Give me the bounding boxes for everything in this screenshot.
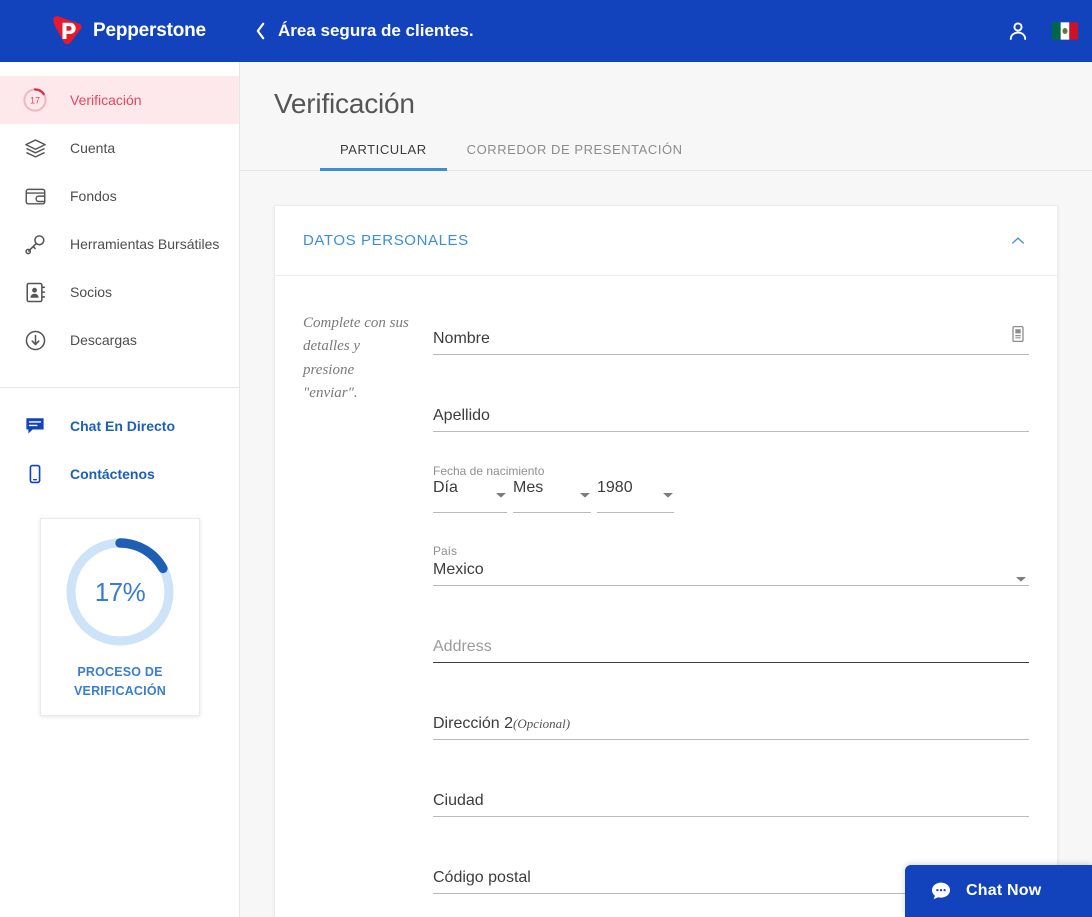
fields-column: Nombre Apellido Fecha de nacimiento Día … — [423, 302, 1029, 917]
sidebar-item-herramientas-bursatiles[interactable]: Herramientas Bursátiles — [0, 220, 239, 268]
brand-name: Pepperstone — [93, 20, 206, 41]
mobile-phone-icon — [0, 463, 70, 485]
select-mes-value: Mes — [513, 479, 544, 496]
contact-book-icon — [0, 280, 70, 305]
chat-now-label: Chat Now — [966, 882, 1042, 899]
datos-personales-card: DATOS PERSONALES Complete con sus detall… — [274, 205, 1058, 917]
sidebar-item-socios[interactable]: Socios — [0, 268, 239, 316]
chevron-down-icon — [662, 486, 674, 498]
layers-icon — [0, 136, 70, 161]
key-icon — [0, 232, 70, 257]
sidebar-item-label: Cuenta — [70, 140, 116, 156]
id-card-icon[interactable] — [1009, 325, 1027, 343]
download-cloud-icon — [0, 328, 70, 353]
progress-percent-label: 17% — [94, 576, 146, 607]
sidebar-support-label: Chat En Directo — [70, 418, 176, 434]
field-fecha-de-nacimiento: Fecha de nacimiento Día Mes 1980 — [433, 456, 1029, 533]
field-direccion-2[interactable]: Dirección 2(Opcional) — [433, 687, 1029, 764]
page-breadcrumb-title: Área segura de clientes. — [278, 21, 474, 40]
fecha-sub-label: Fecha de nacimiento — [433, 464, 545, 478]
field-pais[interactable]: País Mexico — [433, 533, 1029, 610]
card-body: Complete con sus detalles y presione "en… — [275, 276, 1057, 917]
tab-corredor-de-presentacion[interactable]: CORREDOR DE PRESENTACIÓN — [447, 142, 703, 170]
chat-now-button[interactable]: Chat Now — [905, 865, 1092, 917]
chevron-down-icon[interactable] — [1015, 570, 1027, 582]
mexico-flag-icon[interactable] — [1052, 22, 1078, 40]
progress-caption: PROCESO DE VERIFICACIÓN — [74, 663, 166, 702]
top-bar-actions — [1006, 0, 1092, 62]
helper-column: Complete con sus detalles y presione "en… — [303, 302, 423, 917]
field-codigo-postal-label: Código postal — [433, 869, 531, 886]
card-title: DATOS PERSONALES — [303, 232, 469, 249]
field-nombre-label: Nombre — [433, 330, 490, 347]
chevron-down-icon — [495, 486, 507, 498]
chat-bubble-dots-icon — [930, 880, 952, 902]
field-ciudad-label: Ciudad — [433, 792, 484, 809]
field-direccion-2-text: Dirección 2 — [433, 715, 514, 732]
select-ano-value: 1980 — [597, 479, 633, 496]
main-content: Verificación PARTICULAR CORREDOR DE PRES… — [240, 62, 1092, 917]
sidebar-item-fondos[interactable]: Fondos — [0, 172, 239, 220]
brand-logo-area[interactable]: Pepperstone — [0, 0, 240, 62]
sidebar-item-descargas[interactable]: Descargas — [0, 316, 239, 364]
app-root: Pepperstone Área segura de clientes. 17 … — [0, 0, 1092, 917]
top-bar-middle: Área segura de clientes. — [240, 0, 1006, 62]
tab-particular[interactable]: PARTICULAR — [320, 142, 447, 171]
field-nombre[interactable]: Nombre — [433, 302, 1029, 379]
field-ciudad[interactable]: Ciudad — [433, 764, 1029, 841]
field-underline — [433, 739, 1029, 740]
select-dia[interactable]: Día — [433, 479, 507, 513]
progress-badge-icon: 17 — [0, 87, 70, 113]
field-direccion-2-optional: (Opcional) — [513, 716, 571, 731]
chat-bubble-icon — [0, 415, 70, 437]
verification-progress-card: 17% PROCESO DE VERIFICACIÓN — [40, 518, 200, 716]
person-icon[interactable] — [1006, 19, 1030, 43]
sidebar-item-label: Verificación — [70, 92, 142, 108]
wallet-icon — [0, 184, 70, 209]
field-direccion-2-label: Dirección 2(Opcional) — [433, 715, 570, 733]
chevron-left-icon[interactable] — [254, 21, 266, 41]
select-mes[interactable]: Mes — [513, 479, 591, 513]
field-pais-sub-label: País — [433, 544, 458, 558]
select-dia-value: Día — [433, 479, 458, 496]
sidebar-item-verificacion[interactable]: 17 Verificación — [0, 76, 239, 124]
svg-text:17: 17 — [30, 96, 40, 106]
helper-text: Complete con sus detalles y presione "en… — [303, 315, 409, 401]
sidebar: 17 Verificación Cuenta Fondos Herramient… — [0, 62, 240, 917]
pepperstone-logo-icon — [50, 14, 84, 48]
main-header: Verificación PARTICULAR CORREDOR DE PRES… — [240, 62, 1092, 171]
sidebar-item-label: Herramientas Bursátiles — [70, 236, 220, 252]
top-bar: Pepperstone Área segura de clientes. — [0, 0, 1092, 62]
field-address[interactable]: Address — [433, 610, 1029, 687]
date-selects: Día Mes 1980 — [433, 479, 674, 513]
select-ano[interactable]: 1980 — [597, 479, 674, 513]
field-underline — [433, 431, 1029, 432]
field-pais-value: Mexico — [433, 561, 484, 578]
field-address-placeholder: Address — [433, 638, 492, 655]
sidebar-item-chat-en-directo[interactable]: Chat En Directo — [0, 402, 239, 450]
field-underline — [433, 816, 1029, 817]
progress-caption-line2: VERIFICACIÓN — [74, 684, 166, 699]
sidebar-support-list: Chat En Directo Contáctenos — [0, 388, 239, 498]
field-underline — [433, 662, 1029, 663]
field-underline — [433, 585, 1029, 586]
progress-ring: 17% — [61, 533, 179, 651]
sidebar-item-label: Fondos — [70, 188, 117, 204]
field-apellido[interactable]: Apellido — [433, 379, 1029, 456]
progress-caption-line1: PROCESO DE — [77, 665, 163, 679]
sidebar-item-label: Descargas — [70, 332, 137, 348]
page-title: Verificación — [274, 88, 415, 119]
sidebar-nav-list: 17 Verificación Cuenta Fondos Herramient… — [0, 62, 239, 364]
chevron-up-icon[interactable] — [1007, 230, 1029, 252]
sidebar-item-contactenos[interactable]: Contáctenos — [0, 450, 239, 498]
sidebar-support-label: Contáctenos — [70, 466, 155, 482]
sidebar-item-cuenta[interactable]: Cuenta — [0, 124, 239, 172]
field-underline — [433, 354, 1029, 355]
sidebar-item-label: Socios — [70, 284, 113, 300]
card-header: DATOS PERSONALES — [275, 206, 1057, 276]
tab-bar: PARTICULAR CORREDOR DE PRESENTACIÓN — [274, 142, 1092, 171]
field-apellido-label: Apellido — [433, 407, 490, 424]
chevron-down-icon — [579, 486, 591, 498]
